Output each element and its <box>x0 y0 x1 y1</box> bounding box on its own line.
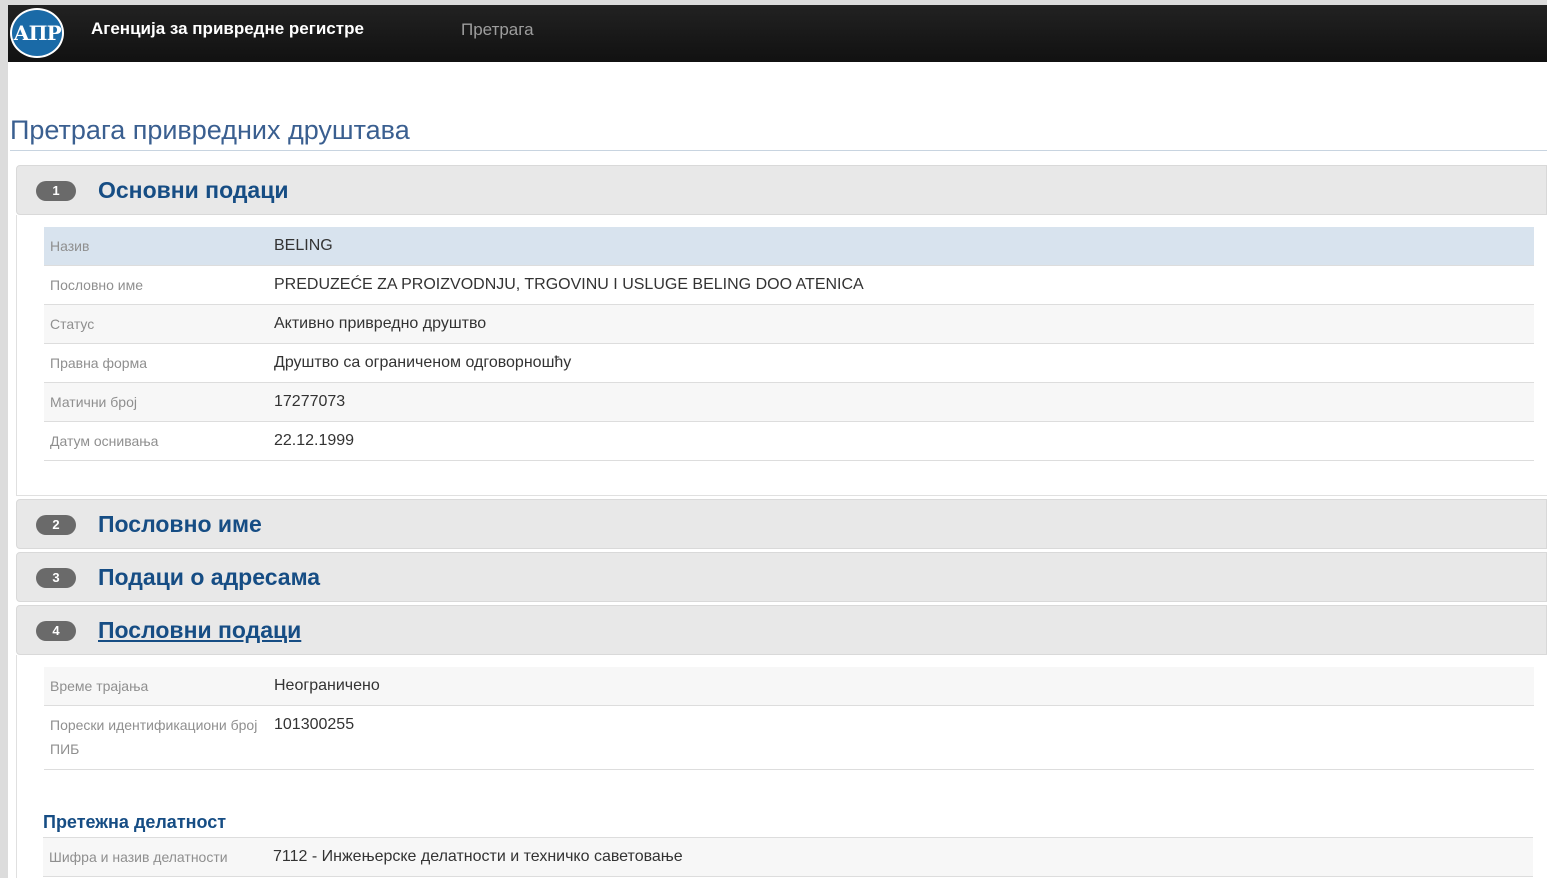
table-row: Статус Активно привредно друштво <box>44 304 1534 344</box>
section-addresses-header[interactable]: 3 Подаци о адресама <box>16 552 1547 602</box>
row-label: Матични број <box>44 382 274 422</box>
basic-data-table: Назив BELING Пословно име PREDUZEĆE ZA P… <box>44 227 1534 461</box>
row-value: 17277073 <box>274 382 1534 422</box>
row-label: Назив <box>44 227 274 266</box>
activity-table: Шифра и назив делатности 7112 - Инжењерс… <box>43 837 1533 877</box>
title-divider <box>10 150 1547 151</box>
business-data-table: Време трајања Неограничено Порески идент… <box>44 667 1534 770</box>
row-value: 22.12.1999 <box>274 421 1534 461</box>
row-value: BELING <box>274 227 1534 266</box>
section-title[interactable]: Основни подаци <box>98 177 289 204</box>
section-number-badge: 2 <box>36 515 76 535</box>
section-business-data-header[interactable]: 4 Пословни подаци <box>16 605 1547 655</box>
section-title[interactable]: Подаци о адресама <box>98 564 320 591</box>
section-number-badge: 3 <box>36 568 76 588</box>
section-basic-data-header[interactable]: 1 Основни подаци <box>16 165 1547 215</box>
table-row: Време трајања Неограничено <box>44 667 1534 706</box>
section-business-name-header[interactable]: 2 Пословно име <box>16 499 1547 549</box>
table-row: Назив BELING <box>44 227 1534 266</box>
section-number-badge: 1 <box>36 181 76 201</box>
apr-logo[interactable]: АПР <box>10 8 64 58</box>
table-row: Датум оснивања 22.12.1999 <box>44 421 1534 461</box>
table-row: Порески идентификациони број ПИБ 1013002… <box>44 705 1534 770</box>
table-row: Матични број 17277073 <box>44 382 1534 422</box>
section-title[interactable]: Пословни подаци <box>98 617 301 644</box>
row-value: Активно привредно друштво <box>274 304 1534 344</box>
row-label: Датум оснивања <box>44 421 274 461</box>
table-row: Правна форма Друштво са ограниченом одго… <box>44 343 1534 383</box>
top-navbar: АПР Агенција за привредне регистре Претр… <box>8 5 1547 62</box>
row-label: Шифра и назив делатности <box>43 837 273 877</box>
section-title[interactable]: Пословно име <box>98 511 262 538</box>
section-basic-data-body: Назив BELING Пословно име PREDUZEĆE ZA P… <box>16 215 1547 496</box>
table-row: Шифра и назив делатности 7112 - Инжењерс… <box>43 837 1533 877</box>
logo-text: АПР <box>13 21 61 45</box>
table-row: Пословно име PREDUZEĆE ZA PROIZVODNJU, T… <box>44 265 1534 305</box>
row-value: 7112 - Инжењерске делатности и техничко … <box>273 837 1533 877</box>
row-value: Неограничено <box>274 667 1534 706</box>
nav-search-link[interactable]: Претрага <box>461 20 534 40</box>
primary-activity-heading: Претежна делатност <box>43 812 227 832</box>
section-number-badge: 4 <box>36 621 76 641</box>
row-label: Пословно име <box>44 265 274 305</box>
row-value: Друштво са ограниченом одговорношћу <box>274 343 1534 383</box>
page-title: Претрага привредних друштава <box>10 115 410 145</box>
page: АПР Агенција за привредне регистре Претр… <box>8 5 1547 878</box>
row-label: Порески идентификациони број ПИБ <box>44 705 274 770</box>
row-label: Статус <box>44 304 274 344</box>
row-label: Време трајања <box>44 667 274 706</box>
row-value: PREDUZEĆE ZA PROIZVODNJU, TRGOVINU I USL… <box>274 265 1534 305</box>
row-label: Правна форма <box>44 343 274 383</box>
brand-link[interactable]: Агенција за привредне регистре <box>91 19 364 39</box>
row-value: 101300255 <box>274 705 1534 770</box>
